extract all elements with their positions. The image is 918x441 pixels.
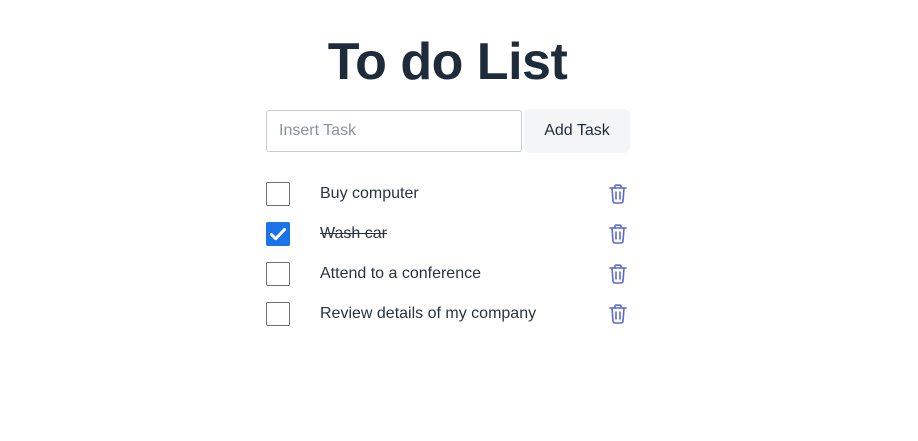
todo-app: To do List Add Task Buy computer Wash ca… [0, 0, 918, 441]
trash-icon[interactable] [606, 302, 630, 326]
task-label: Review details of my company [320, 305, 537, 322]
task-input[interactable] [266, 110, 522, 152]
task-label: Buy computer [320, 185, 419, 202]
task-checkbox[interactable] [266, 222, 290, 246]
trash-icon[interactable] [606, 182, 630, 206]
task-label: Attend to a conference [320, 265, 481, 282]
task-checkbox[interactable] [266, 182, 290, 206]
trash-icon[interactable] [606, 262, 630, 286]
list-item: Buy computer [266, 174, 630, 214]
list-item: Review details of my company [266, 294, 630, 334]
task-checkbox[interactable] [266, 302, 290, 326]
page-title: To do List [327, 33, 568, 91]
trash-icon[interactable] [606, 222, 630, 246]
add-task-button[interactable]: Add Task [524, 109, 630, 153]
list-item: Wash car [266, 214, 630, 254]
task-list: Buy computer Wash car Attend to a confer… [266, 174, 630, 334]
task-checkbox[interactable] [266, 262, 290, 286]
task-label: Wash car [320, 225, 387, 242]
list-item: Attend to a conference [266, 254, 630, 294]
add-task-form: Add Task [266, 109, 630, 153]
checkmark-icon [270, 228, 286, 241]
